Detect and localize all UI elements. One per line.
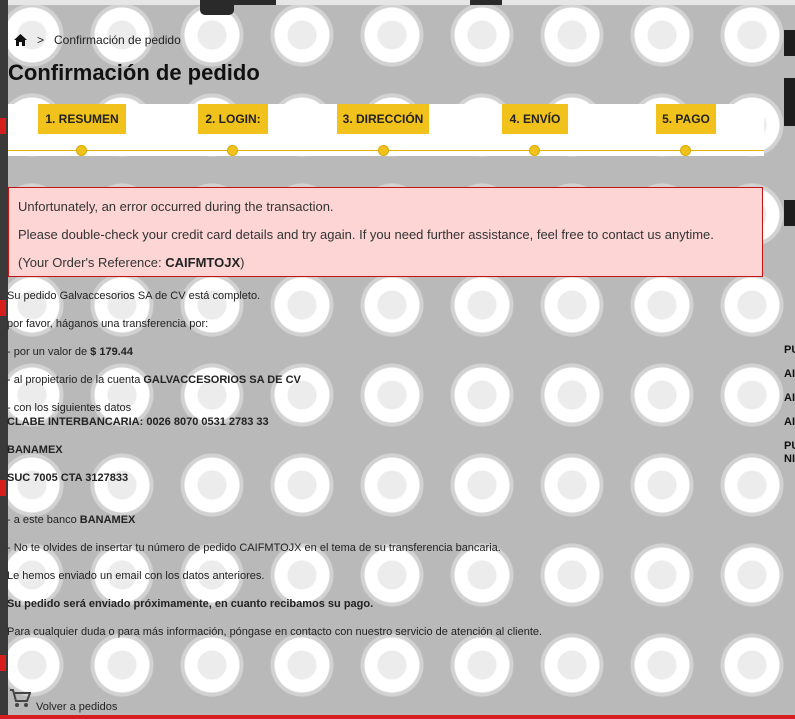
top-strip-segment — [276, 0, 470, 5]
error-alert: Unfortunately, an error occurred during … — [8, 187, 763, 277]
reference-reminder-text: - No te olvides de insertar tu número de… — [7, 542, 501, 554]
step-dot — [76, 145, 87, 156]
step-dot — [227, 145, 238, 156]
bank-value: BANAMEX — [79, 514, 136, 526]
sidebar-text-fragment: PU — [784, 440, 795, 452]
sidebar-text-fragment: AI — [784, 392, 795, 404]
order-complete-text: Su pedido Galvaccesorios SA de CV está c… — [7, 290, 261, 302]
bank-prefix: - a este banco — [7, 514, 80, 526]
scroll-handle[interactable] — [200, 4, 234, 15]
cart-icon[interactable] — [9, 688, 32, 708]
amount-text: - por un valor de $ 179.44 — [7, 346, 133, 358]
step-pago[interactable]: 5. PAGO — [656, 104, 716, 134]
sidebar-text-fragment: AI — [784, 416, 795, 428]
sidebar-text-fragment: NI — [784, 453, 795, 465]
top-browser-strip — [0, 0, 795, 5]
sidebar-block[interactable] — [784, 200, 795, 226]
transfer-intro-text: por favor, háganos una transferencia por… — [7, 318, 209, 330]
data-intro-text: - con los siguientes datos — [7, 402, 132, 414]
shipping-note-text: Su pedido será enviado próximamente, en … — [7, 598, 374, 610]
step-dot — [680, 145, 691, 156]
breadcrumb: > Confirmación de pedido — [14, 32, 181, 48]
left-edge-mark — [0, 480, 6, 496]
step-dot — [378, 145, 389, 156]
owner-prefix: - al propietario de la cuenta — [7, 374, 144, 386]
home-icon[interactable] — [14, 34, 27, 46]
account-owner-value: GALVACCESORIOS SA DE CV — [143, 374, 301, 386]
contact-note-text: Para cualquier duda o para más informaci… — [7, 626, 543, 638]
sidebar-block[interactable] — [784, 30, 795, 56]
sidebar-text-fragment: AI — [784, 368, 795, 380]
alert-line: Please double-check your credit card det… — [18, 227, 714, 242]
top-strip-segment — [502, 0, 795, 5]
bank-text: - a este banco BANAMEX — [7, 514, 135, 526]
alert-reference: (Your Order's Reference: CAIFMTOJX) — [18, 254, 752, 271]
left-edge-bar — [0, 0, 8, 719]
step-login[interactable]: 2. LOGIN: — [198, 104, 268, 134]
alert-line: Unfortunately, an error occurred during … — [18, 199, 334, 214]
bank-name-text: BANAMEX — [7, 444, 63, 456]
alert-reference-prefix: (Your Order's Reference: — [18, 255, 166, 270]
step-resumen[interactable]: 1. RESUMEN — [38, 104, 126, 134]
account-owner-text: - al propietario de la cuenta GALVACCESO… — [7, 374, 301, 386]
amount-value: $ 179.44 — [90, 346, 133, 358]
step-direccion[interactable]: 3. DIRECCIÓN — [337, 104, 429, 134]
back-to-orders-link[interactable]: Volver a pedidos — [36, 701, 117, 713]
left-edge-mark — [0, 300, 6, 316]
checkout-steps: 1. RESUMEN 2. LOGIN: 3. DIRECCIÓN 4. ENV… — [8, 104, 764, 156]
breadcrumb-separator: > — [37, 33, 45, 47]
clabe-text: CLABE INTERBANCARIA: 0026 8070 0531 2783… — [7, 416, 269, 428]
top-strip-segment — [0, 0, 200, 5]
left-edge-mark — [0, 118, 6, 134]
step-envio[interactable]: 4. ENVÍO — [502, 104, 568, 134]
order-reference-code: CAIFMTOJX — [165, 255, 241, 270]
sidebar-text-fragment: PU — [784, 344, 795, 356]
breadcrumb-current: Confirmación de pedido — [54, 33, 181, 47]
left-edge-mark — [0, 655, 6, 671]
alert-reference-suffix: ) — [240, 255, 245, 270]
email-sent-text: Le hemos enviado un email con los datos … — [7, 570, 265, 582]
bottom-red-bar — [0, 715, 795, 719]
page-title: Confirmación de pedido — [8, 60, 260, 85]
amount-prefix: - por un valor de — [7, 346, 91, 358]
step-dot — [529, 145, 540, 156]
branch-account-text: SUC 7005 CTA 3127833 — [7, 472, 129, 484]
sidebar-block[interactable] — [784, 78, 795, 126]
